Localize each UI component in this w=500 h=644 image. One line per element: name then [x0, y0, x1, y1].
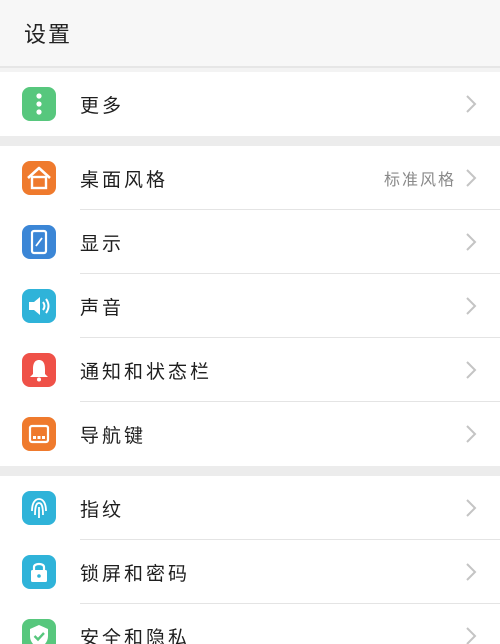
bell-icon: [22, 353, 56, 387]
shield-icon: [22, 619, 56, 644]
section-separator: [0, 136, 500, 146]
chevron-right-icon: [466, 297, 477, 315]
chevron-right-icon: [466, 627, 477, 644]
settings-item-label: 指纹: [80, 498, 125, 521]
section-separator: [0, 466, 500, 476]
settings-item-lock-screen[interactable]: 锁屏和密码: [0, 540, 500, 604]
settings-item-fingerprint[interactable]: 指纹: [0, 476, 500, 540]
home-icon: [22, 161, 56, 195]
settings-item-label: 锁屏和密码: [80, 562, 191, 585]
lock-icon: [22, 555, 56, 589]
settings-item-notifications[interactable]: 通知和状态栏: [0, 338, 500, 402]
settings-item-security-privacy[interactable]: 安全和隐私: [0, 604, 500, 644]
chevron-right-icon: [466, 233, 477, 251]
settings-group-2: 桌面风格 标准风格 显示 声音 通知和状态栏 导航键: [0, 146, 500, 466]
settings-item-label: 声音: [80, 296, 125, 319]
more-dots-icon: [22, 87, 56, 121]
settings-item-desktop-style[interactable]: 桌面风格 标准风格: [0, 146, 500, 210]
chevron-right-icon: [466, 563, 477, 581]
settings-item-more[interactable]: 更多: [0, 72, 500, 136]
settings-item-label: 导航键: [80, 424, 147, 447]
settings-group-1: 更多: [0, 72, 500, 136]
navigation-keys-icon: [22, 417, 56, 451]
settings-item-label: 更多: [80, 94, 125, 117]
display-icon: [22, 225, 56, 259]
chevron-right-icon: [466, 361, 477, 379]
settings-item-label: 安全和隐私: [80, 626, 191, 644]
settings-item-navigation-keys[interactable]: 导航键: [0, 402, 500, 466]
settings-item-label: 桌面风格: [80, 168, 169, 191]
chevron-right-icon: [466, 95, 477, 113]
settings-item-sound[interactable]: 声音: [0, 274, 500, 338]
settings-item-label: 通知和状态栏: [80, 360, 213, 383]
chevron-right-icon: [466, 425, 477, 443]
settings-group-3: 指纹 锁屏和密码 安全和隐私: [0, 476, 500, 644]
speaker-icon: [22, 289, 56, 323]
app-header: 设置: [0, 0, 500, 68]
settings-item-display[interactable]: 显示: [0, 210, 500, 274]
page-title: 设置: [24, 23, 73, 48]
chevron-right-icon: [466, 499, 477, 517]
chevron-right-icon: [466, 169, 477, 187]
settings-item-value: 标准风格: [383, 170, 456, 189]
settings-item-label: 显示: [80, 232, 125, 255]
fingerprint-icon: [22, 491, 56, 525]
